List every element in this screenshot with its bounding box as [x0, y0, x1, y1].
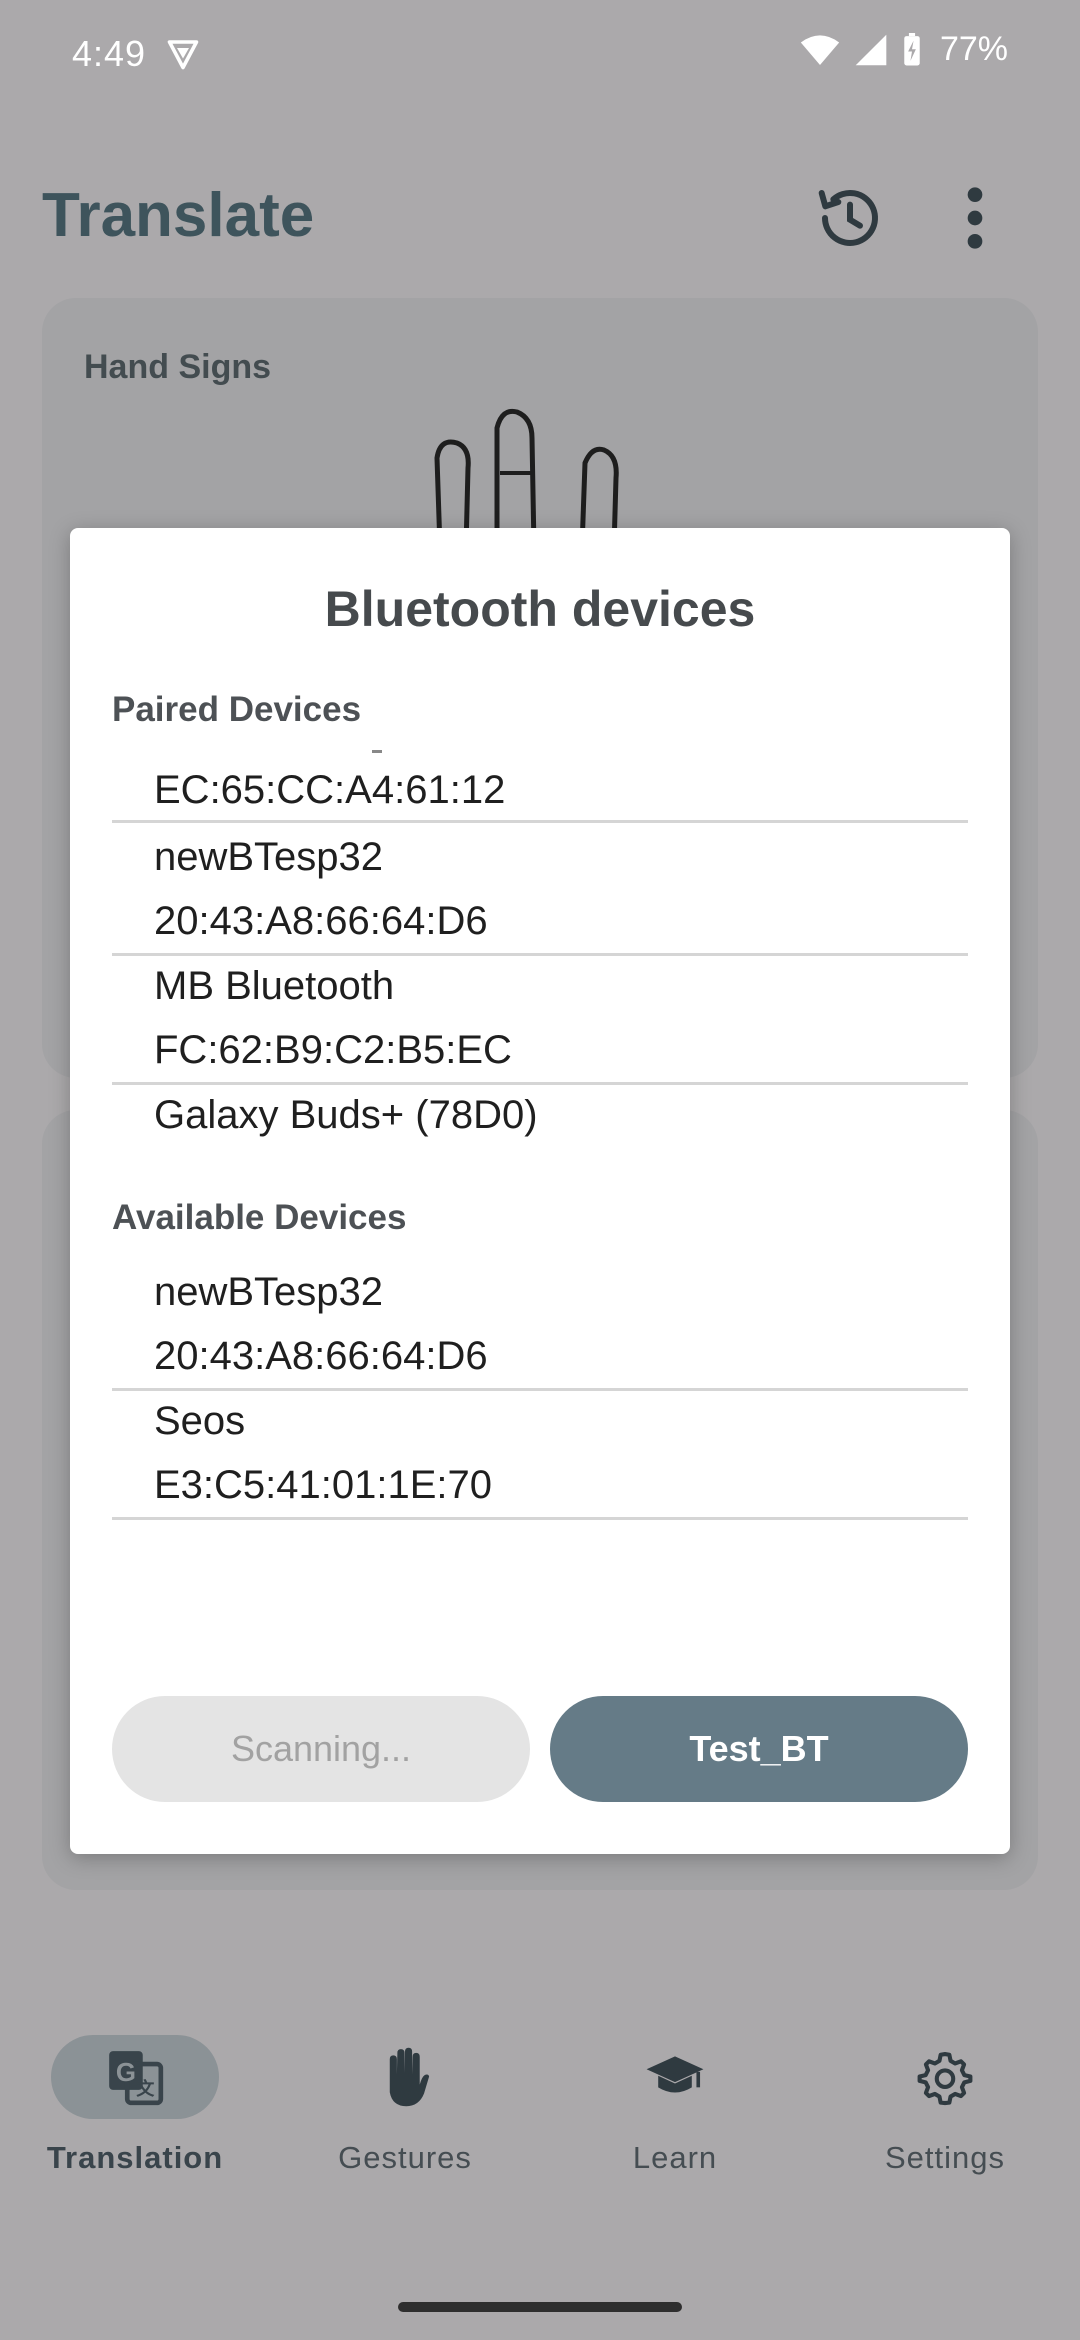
nav-label: Learn	[632, 2140, 718, 2175]
hand-signs-title: Hand Signs	[84, 348, 272, 386]
hand-icon	[389, 2047, 430, 2107]
device-address: E3:C5:41:01:1E:70	[154, 1463, 493, 1507]
app-bar: Translate	[0, 170, 1080, 290]
graduation-cap-icon	[646, 2056, 704, 2093]
bottom-navigation: G 文 Translation Gestures Learn Settings	[0, 2010, 1080, 2210]
device-name: newBTesp32	[154, 835, 384, 879]
device-address: 20:43:A8:66:64:D6	[154, 899, 488, 943]
nav-item-gestures[interactable]: Gestures	[270, 2010, 540, 2210]
wifi-icon	[800, 34, 840, 65]
device-address: 20:43:A8:66:64:D6	[154, 1334, 488, 1378]
nav-label: Translation	[46, 2140, 224, 2175]
svg-text:G: G	[116, 2059, 136, 2087]
nav-label: Gestures	[338, 2140, 472, 2175]
scanning-button[interactable]: Scanning...	[112, 1696, 530, 1802]
battery-percentage: 77%	[939, 30, 1008, 68]
paired-device-item[interactable]: Galaxy Buds+ (78D0)	[112, 1083, 968, 1147]
nav-icon-container	[861, 2035, 1029, 2119]
device-name: Seos	[154, 1399, 246, 1443]
paired-device-item[interactable]: newBTesp32 20:43:A8:66:64:D6	[112, 825, 968, 956]
test-bt-button[interactable]: Test_BT	[550, 1696, 968, 1802]
nav-active-indicator: G 文	[51, 2035, 219, 2119]
bluetooth-devices-dialog: Bluetooth devices Paired Devices EC:65:C…	[70, 528, 1010, 1854]
cellular-signal-icon	[855, 34, 887, 65]
nav-item-translation[interactable]: G 文 Translation	[0, 2010, 270, 2210]
device-address: FC:62:B9:C2:B5:EC	[154, 1028, 512, 1072]
gear-icon	[917, 2051, 973, 2106]
status-time: 4:49	[72, 33, 147, 74]
svg-text:文: 文	[136, 2078, 155, 2099]
paired-device-item[interactable]: EC:65:CC:A4:61:12	[112, 760, 968, 823]
clipped-device-name	[112, 750, 968, 760]
nav-icon-container	[591, 2035, 759, 2119]
device-name: newBTesp32	[154, 1270, 384, 1314]
available-device-item[interactable]: newBTesp32 20:43:A8:66:64:D6	[112, 1260, 968, 1391]
home-indicator[interactable]	[398, 2302, 682, 2312]
device-name: Galaxy Buds+ (78D0)	[154, 1093, 538, 1137]
nav-icon-container	[321, 2035, 489, 2119]
battery-icon	[904, 32, 920, 65]
dialog-title: Bluetooth devices	[324, 581, 756, 637]
vpn-shield-icon	[167, 40, 199, 70]
paired-devices-title: Paired Devices	[112, 690, 362, 729]
history-icon[interactable]	[810, 178, 890, 258]
translate-icon: G 文	[109, 2051, 164, 2106]
device-name: MB Bluetooth	[154, 964, 395, 1008]
available-device-item[interactable]: Seos E3:C5:41:01:1E:70	[112, 1389, 968, 1520]
paired-device-item[interactable]: MB Bluetooth FC:62:B9:C2:B5:EC	[112, 954, 968, 1085]
device-address: EC:65:CC:A4:61:12	[154, 768, 506, 812]
nav-item-settings[interactable]: Settings	[810, 2010, 1080, 2210]
more-options-icon[interactable]	[950, 178, 1000, 258]
status-bar: 4:49 77%	[0, 0, 1080, 110]
hand-sketch-image	[434, 408, 619, 548]
nav-item-learn[interactable]: Learn	[540, 2010, 810, 2210]
page-title: Translate	[42, 181, 315, 250]
available-devices-title: Available Devices	[112, 1198, 407, 1237]
status-icons: 77%	[800, 30, 1008, 69]
nav-label: Settings	[884, 2140, 1005, 2175]
